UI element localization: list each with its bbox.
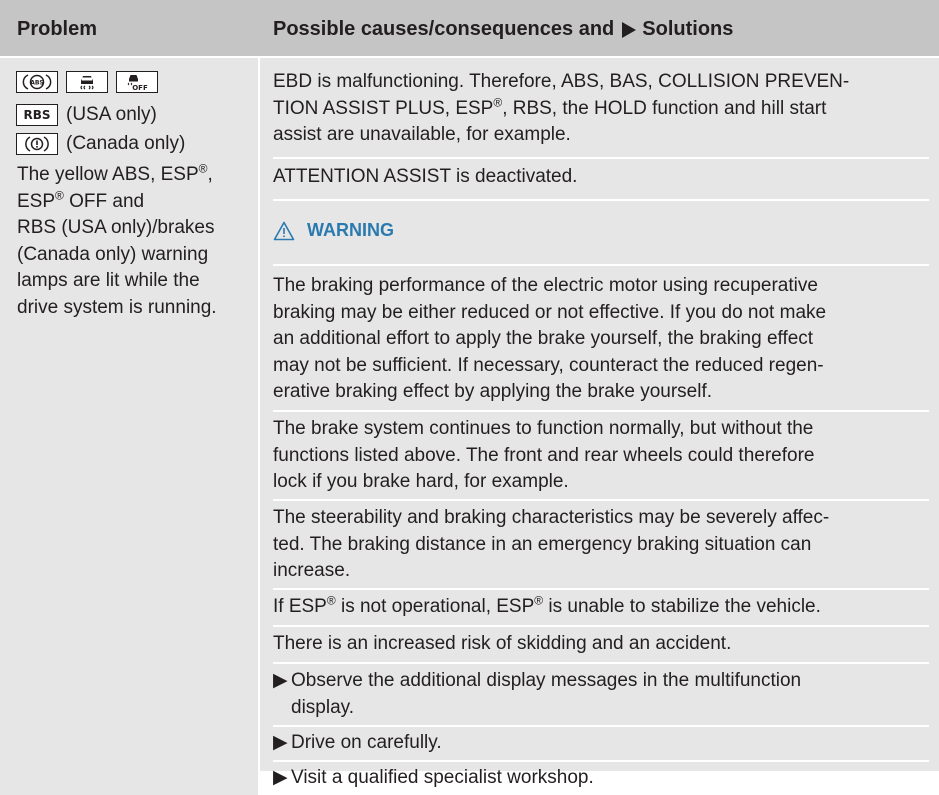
brake-note: (Canada only) — [66, 133, 186, 154]
header-solutions: Possible causes/consequences and Solutio… — [273, 18, 733, 41]
header-solutions-prefix: Possible causes/consequences and — [273, 18, 615, 40]
lamp-icons-row: ABS OFF — [16, 70, 166, 94]
rbs-note: (USA only) — [66, 104, 157, 125]
abs-warning-lamp-icon: ABS — [16, 71, 58, 93]
paragraph-line: lock if you brake hard, for example. — [273, 471, 569, 492]
problem-description: The yellow ABS, ESP®, ESP® OFF and RBS (… — [17, 162, 257, 321]
warning-label: WARNING — [307, 220, 394, 240]
problem-line: lamps are lit while the — [17, 270, 200, 291]
row-divider — [273, 499, 929, 501]
paragraph-line: The brake system continues to function n… — [273, 418, 814, 439]
step-text: Visit a qualified specialist workshop. — [291, 767, 594, 788]
consequence-paragraph-2: The steerability and braking characteris… — [273, 505, 929, 585]
row-divider — [273, 410, 929, 412]
row-divider — [273, 199, 929, 201]
row-divider — [273, 157, 929, 159]
brake-warning-lamp-icon — [16, 133, 58, 155]
row-divider — [273, 625, 929, 627]
cause-line: TION ASSIST PLUS, ESP®, RBS, the HOLD fu… — [273, 95, 827, 119]
consequence-paragraph-4: There is an increased risk of skidding a… — [273, 633, 732, 654]
problem-line: (Canada only) warning — [17, 243, 209, 265]
row-divider — [273, 662, 929, 664]
rbs-lamp-row: RBS (USA only) — [16, 103, 157, 127]
warning-line: braking may be either reduced or not eff… — [273, 301, 827, 323]
header-solutions-suffix: Solutions — [642, 18, 734, 40]
esp-off-warning-lamp-icon: OFF — [116, 71, 158, 93]
troubleshooting-table: Problem Possible causes/consequences and… — [0, 0, 939, 795]
svg-text:ABS: ABS — [30, 80, 44, 87]
problem-line: drive system is running. — [17, 296, 217, 318]
step-arrow-icon: ▶ — [273, 767, 288, 788]
paragraph-line: functions listed above. The front and re… — [273, 444, 815, 466]
step-arrow-icon: ▶ — [273, 670, 288, 691]
header-problem: Problem — [17, 18, 98, 40]
warning-heading: WARNING — [273, 220, 394, 241]
solution-step: ▶ Drive on carefully. — [273, 730, 929, 757]
step-text-continued: display. — [291, 696, 355, 718]
warning-line: The braking performance of the electric … — [273, 275, 818, 296]
problem-line: The yellow ABS, ESP®, — [17, 161, 213, 185]
row-divider — [273, 725, 929, 727]
paragraph-line: increase. — [273, 560, 351, 581]
step-arrow-icon: ▶ — [273, 732, 288, 753]
consequence-paragraph-1: The brake system continues to function n… — [273, 416, 929, 496]
row-divider — [273, 760, 929, 762]
solution-step: ▶ Observe the additional display messages… — [273, 668, 929, 721]
cause-line: assist are unavailable, for example. — [273, 124, 571, 145]
problem-line: ESP® OFF and — [17, 188, 145, 212]
warning-divider — [273, 264, 929, 266]
step-text: Observe the additional display messages … — [291, 670, 802, 691]
solution-step: ▶ Visit a qualified specialist workshop. — [273, 765, 929, 792]
cause-intro: EBD is malfunctioning. Therefore, ABS, B… — [273, 69, 929, 149]
paragraph-line: ted. The braking distance in an emergenc… — [273, 533, 812, 555]
esp-warning-lamp-icon — [66, 71, 108, 93]
brake-lamp-row: (Canada only) — [16, 132, 185, 156]
rbs-lamp-label: RBS — [23, 108, 51, 122]
warning-triangle-icon — [273, 221, 295, 240]
warning-line: may not be sufficient. If necessary, cou… — [273, 354, 824, 376]
attention-note: ATTENTION ASSIST is deactivated. — [273, 166, 578, 187]
consequence-paragraph-3: If ESP® is not operational, ESP® is unab… — [273, 593, 821, 617]
table-header: Problem Possible causes/consequences and… — [0, 0, 939, 58]
paragraph-line: The steerability and braking characteris… — [273, 507, 830, 528]
warning-line: erative braking effect by applying the b… — [273, 381, 713, 402]
rbs-warning-lamp-icon: RBS — [16, 104, 58, 126]
step-text: Drive on carefully. — [291, 732, 442, 753]
cause-line: EBD is malfunctioning. Therefore, ABS, B… — [273, 71, 850, 92]
svg-text:OFF: OFF — [132, 84, 148, 91]
problem-line: RBS (USA only)/brakes — [17, 217, 215, 238]
solution-arrow-icon — [622, 21, 637, 38]
warning-text: The braking performance of the electric … — [273, 273, 929, 406]
row-divider — [273, 588, 929, 590]
warning-line: an additional effort to apply the brake … — [273, 328, 814, 349]
